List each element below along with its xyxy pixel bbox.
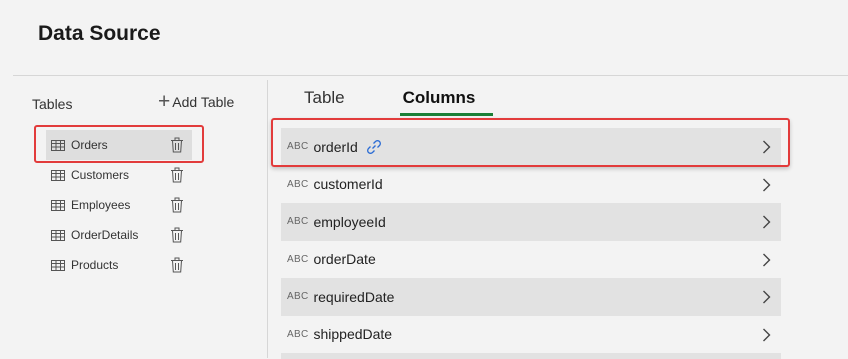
column-name: shippedDate	[313, 326, 393, 343]
table-item-label: Products	[71, 258, 119, 272]
tab-columns[interactable]: Columns	[403, 88, 476, 112]
table-item-label: OrderDetails	[71, 228, 139, 242]
column-name: customerId	[313, 176, 383, 193]
string-type-icon: ABC	[287, 291, 309, 303]
page-title: Data Source	[38, 22, 161, 45]
column-name: requiredDate	[313, 288, 395, 305]
column-name: orderDate	[313, 251, 376, 268]
table-item-label: Customers	[71, 168, 130, 182]
add-table-label: Add Table	[172, 94, 235, 110]
string-type-icon: ABC	[287, 216, 309, 228]
chevron-right-icon	[763, 253, 771, 266]
active-tab-indicator	[400, 113, 493, 116]
column-row-customerid[interactable]: ABC customerId	[281, 166, 781, 204]
table-icon	[51, 229, 65, 241]
tables-label: Tables	[32, 96, 73, 112]
chevron-right-icon	[763, 215, 771, 229]
column-name: employeeId	[313, 213, 386, 230]
column-row-orderdate[interactable]: ABC orderDate	[281, 241, 781, 279]
column-row-employeeid[interactable]: ABC employeeId	[281, 203, 781, 241]
table-item-orderdetails[interactable]: OrderDetails	[46, 220, 192, 250]
table-item-employees[interactable]: Employees	[46, 190, 192, 220]
string-type-icon: ABC	[287, 253, 309, 265]
trash-icon[interactable]	[170, 197, 184, 213]
add-table-button[interactable]: + Add Table	[158, 90, 235, 113]
string-type-icon: ABC	[287, 178, 309, 190]
chevron-right-icon	[763, 178, 771, 191]
trash-icon[interactable]	[170, 167, 184, 183]
table-item-products[interactable]: Products	[46, 250, 192, 280]
tab-bar: Table Columns	[304, 88, 533, 112]
table-item-customers[interactable]: Customers	[46, 160, 192, 190]
trash-icon[interactable]	[170, 257, 184, 273]
selected-column-highlight	[271, 118, 790, 167]
column-row-partial[interactable]	[281, 353, 781, 359]
header-divider	[13, 75, 848, 76]
table-item-label: Employees	[71, 198, 131, 212]
table-icon	[51, 169, 65, 181]
selected-table-highlight	[34, 125, 204, 163]
string-type-icon: ABC	[287, 328, 309, 340]
table-icon	[51, 259, 65, 271]
chevron-right-icon	[763, 290, 771, 304]
plus-icon: +	[158, 90, 171, 113]
table-icon	[51, 199, 65, 211]
chevron-right-icon	[763, 328, 771, 341]
column-row-requireddate[interactable]: ABC requiredDate	[281, 278, 781, 316]
panel-divider	[267, 80, 268, 358]
trash-icon[interactable]	[170, 227, 184, 243]
column-row-shippeddate[interactable]: ABC shippedDate	[281, 316, 781, 354]
tab-table[interactable]: Table	[304, 88, 345, 112]
